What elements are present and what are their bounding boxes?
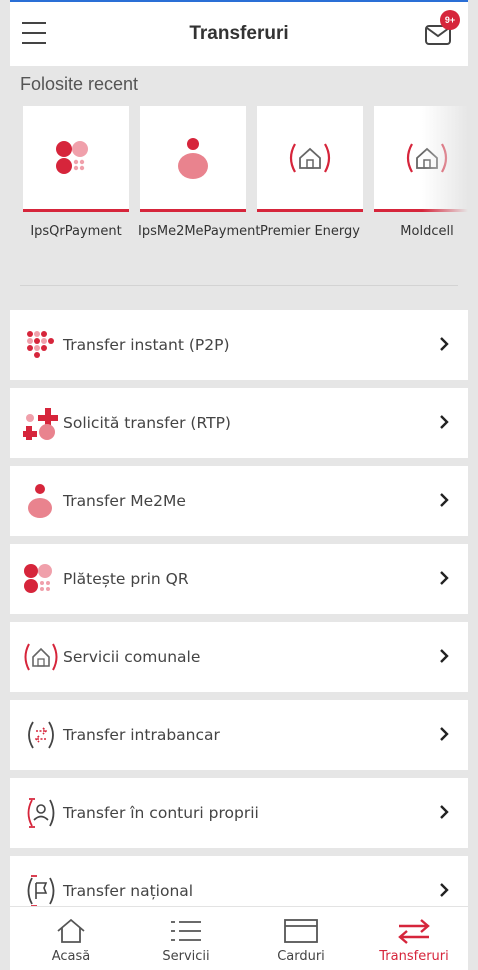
- app-header: Transferuri 9+: [10, 2, 468, 66]
- chevron-right-icon: [440, 805, 449, 819]
- divider: [20, 285, 458, 286]
- tab-label: Transferuri: [379, 949, 449, 964]
- chevron-right-icon: [440, 415, 449, 429]
- home-icon: [57, 918, 85, 943]
- tab-label: Acasă: [51, 949, 91, 964]
- p2p-dots-icon: [27, 331, 54, 358]
- page-title: Transferuri: [189, 23, 289, 44]
- recent-card-label: IpsMe2MePayment: [138, 224, 261, 239]
- recent-cards[interactable]: IpsQrPayment IpsMe2MePayment Premier Ene…: [23, 106, 468, 276]
- bottom-tab-bar: Acasă Servicii Carduri Transferuri: [10, 906, 468, 970]
- recent-card-ipsme2mepayment[interactable]: IpsMe2MePayment: [138, 106, 261, 241]
- own-accounts-icon: [27, 798, 55, 828]
- national-transfer-icon: [27, 875, 55, 907]
- recent-card-label: IpsQrPayment: [30, 224, 122, 239]
- recent-card-label: Moldcell: [400, 224, 454, 239]
- tab-acasa[interactable]: Acasă: [16, 907, 126, 970]
- chevron-right-icon: [440, 493, 449, 507]
- rtp-icon: [23, 408, 58, 440]
- chevron-right-icon: [440, 649, 449, 663]
- hamburger-menu-icon[interactable]: [22, 22, 46, 44]
- recent-card-premier-energy[interactable]: Premier Energy: [257, 106, 363, 241]
- list-icon: [171, 921, 201, 941]
- me2me-icon: [28, 484, 52, 518]
- menu-item-label: Transfer instant (P2P): [63, 336, 230, 354]
- menu-item-label: Solicită transfer (RTP): [63, 414, 231, 432]
- chevron-right-icon: [440, 337, 449, 351]
- menu-item-p2p[interactable]: Transfer instant (P2P): [10, 310, 468, 380]
- qr-payment-icon: [24, 564, 52, 593]
- menu-item-label: Transfer Me2Me: [63, 492, 186, 510]
- chevron-right-icon: [440, 571, 449, 585]
- recent-card-ipsqrpayment[interactable]: IpsQrPayment: [23, 106, 129, 241]
- menu-item-label: Transfer în conturi proprii: [63, 804, 259, 822]
- me2me-icon: [178, 137, 208, 179]
- menu-item-utilities[interactable]: Servicii comunale: [10, 622, 468, 692]
- utility-house-icon: [289, 142, 331, 173]
- chevron-right-icon: [440, 727, 449, 741]
- chevron-right-icon: [440, 883, 449, 897]
- menu-item-own-accounts[interactable]: Transfer în conturi proprii: [10, 778, 468, 848]
- menu-item-label: Transfer național: [63, 882, 194, 900]
- tab-label: Servicii: [162, 949, 210, 964]
- utility-house-icon: [24, 643, 58, 671]
- recent-section: Folosite recent IpsQrPayment IpsMe2MePay: [10, 66, 468, 310]
- menu-item-rtp[interactable]: Solicită transfer (RTP): [10, 388, 468, 458]
- tab-transferuri[interactable]: Transferuri: [359, 907, 469, 970]
- card-icon: [284, 919, 318, 943]
- qr-payment-icon: [56, 140, 88, 174]
- menu-item-qr[interactable]: Plătește prin QR: [10, 544, 468, 614]
- tab-servicii[interactable]: Servicii: [131, 907, 241, 970]
- recent-title: Folosite recent: [20, 74, 139, 94]
- menu-item-me2me[interactable]: Transfer Me2Me: [10, 466, 468, 536]
- transfer-arrows-icon: [398, 919, 430, 944]
- menu-item-label: Plătește prin QR: [63, 570, 189, 588]
- scroll-fade: [422, 102, 468, 212]
- menu-item-label: Transfer intrabancar: [63, 726, 220, 744]
- messages-button[interactable]: 9+: [424, 10, 460, 48]
- intrabank-arrows-icon: [28, 721, 54, 749]
- menu-item-intrabank[interactable]: Transfer intrabancar: [10, 700, 468, 770]
- recent-card-label: Premier Energy: [260, 224, 360, 239]
- tab-label: Carduri: [277, 949, 325, 964]
- menu-item-label: Servicii comunale: [63, 648, 201, 666]
- notification-badge: 9+: [440, 10, 460, 30]
- tab-carduri[interactable]: Carduri: [246, 907, 356, 970]
